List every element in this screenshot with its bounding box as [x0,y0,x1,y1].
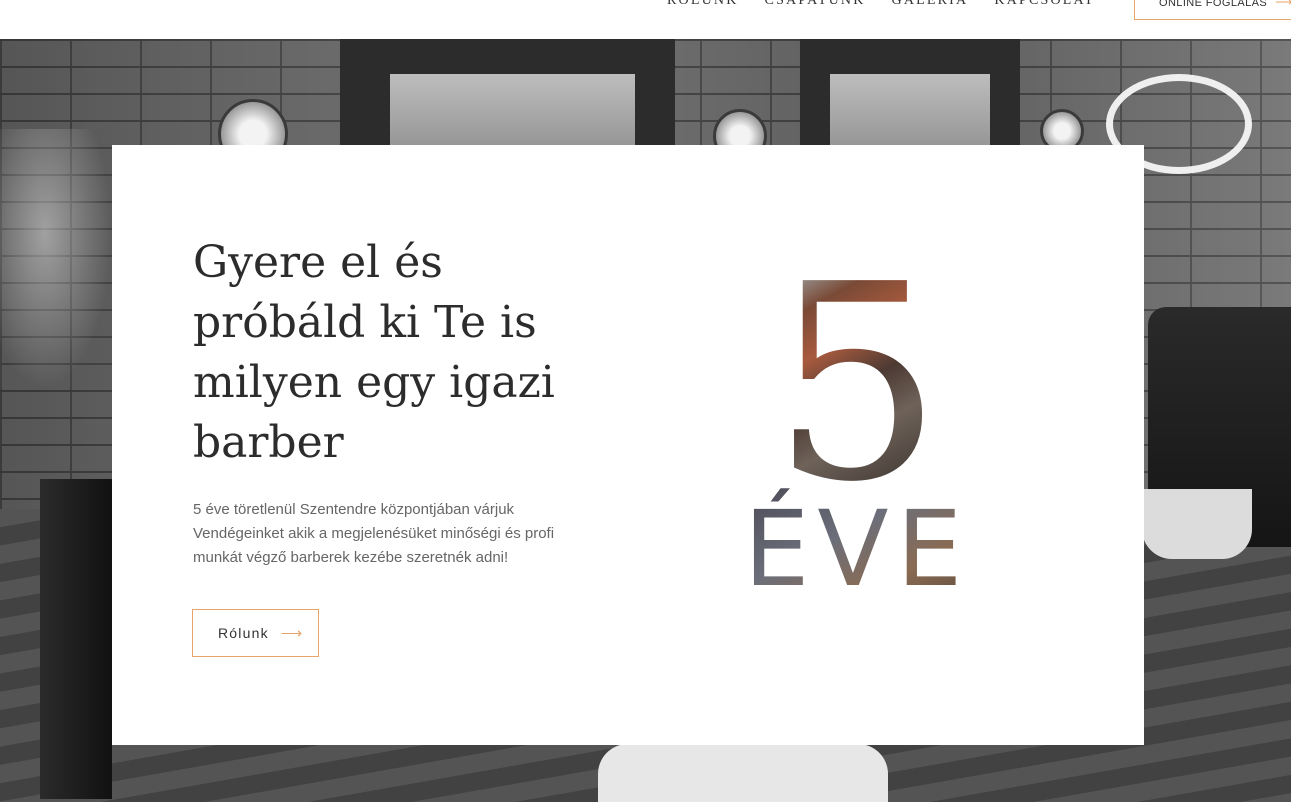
online-booking-label: ONLINE FOGLALÁS [1159,0,1268,9]
nav-item-kapcsolat[interactable]: KAPCSOLAT [994,0,1095,9]
graphic-word: ÉVE [744,488,971,595]
about-us-label: Rólunk [218,625,269,641]
cabinet [40,479,112,799]
hero-card: Gyere el és próbáld ki Te is milyen egy … [112,145,1144,745]
site-header: RÓLUNK CSAPATUNK GALÉRIA KAPCSOLAT ONLIN… [0,0,1291,39]
nav-item-galeria[interactable]: GALÉRIA [892,0,969,9]
nav-item-rolunk[interactable]: RÓLUNK [667,0,739,9]
hero-heading: Gyere el és próbáld ki Te is milyen egy … [193,237,555,468]
five-years-graphic: 5 ÉVE [744,245,971,595]
main-nav: RÓLUNK CSAPATUNK GALÉRIA KAPCSOLAT [667,0,1095,9]
arrow-right-icon: ⟶ [1275,0,1291,9]
arrow-right-icon: ⟶ [280,625,304,642]
about-us-button[interactable]: Rólunk ⟶ [192,609,319,657]
online-booking-button[interactable]: ONLINE FOGLALÁS ⟶ [1134,0,1291,20]
barber-chair-back [598,744,888,802]
hero-description: 5 éve töretlenül Szentendre központjában… [193,501,555,566]
plant [0,129,112,389]
nav-item-csapatunk[interactable]: CSAPATUNK [765,0,866,9]
